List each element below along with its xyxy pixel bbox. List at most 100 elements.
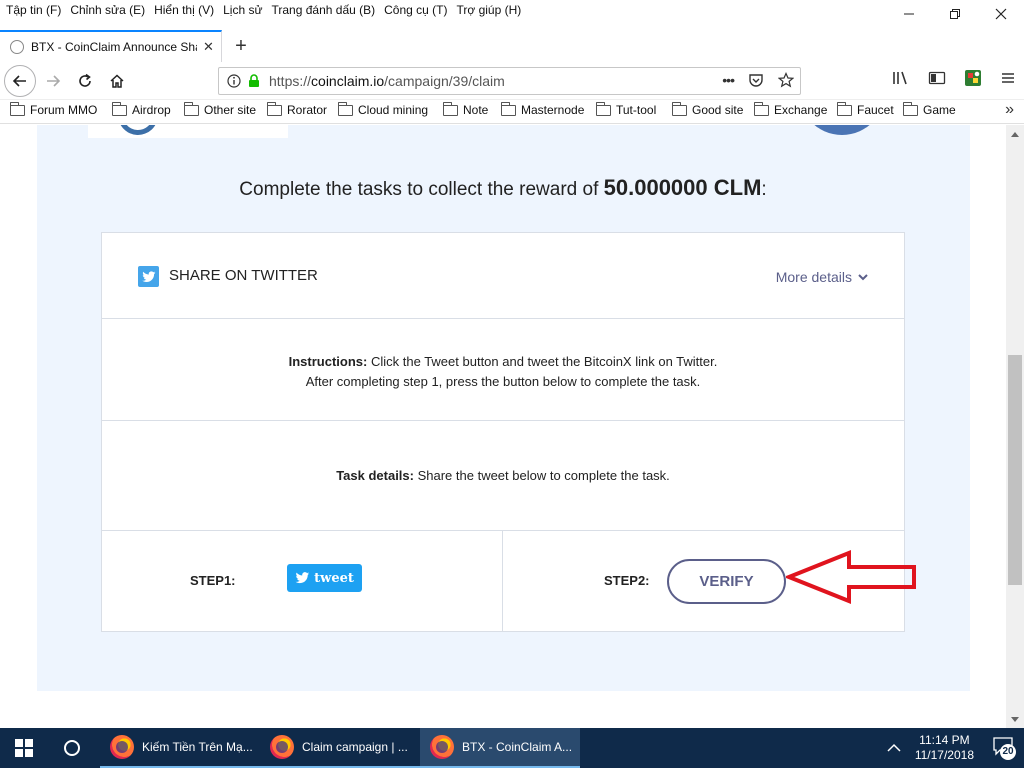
bookmark-note[interactable]: Note <box>442 101 488 117</box>
bookmark-star-icon[interactable] <box>778 72 794 88</box>
taskbar-item-3[interactable]: BTX - CoinClaim A... <box>420 728 580 768</box>
arrow-left-icon <box>12 75 26 87</box>
page-actions-menu-icon[interactable]: ••• <box>722 72 735 88</box>
twitter-icon <box>138 266 159 287</box>
cortana-button[interactable] <box>48 728 96 768</box>
new-tab-button[interactable]: + <box>228 34 254 60</box>
url-host: coinclaim.io <box>311 73 385 89</box>
close-window-button[interactable] <box>978 0 1024 28</box>
step-divider <box>502 531 503 631</box>
bookmark-label: Masternode <box>521 103 585 117</box>
pocket-icon[interactable] <box>748 72 764 88</box>
home-button[interactable] <box>102 66 132 96</box>
bookmark-game[interactable]: Game <box>902 101 956 117</box>
bookmark-cloud-mining[interactable]: Cloud mining <box>337 101 429 117</box>
menu-tools[interactable]: Công cụ (T) <box>384 3 447 17</box>
chevron-up-icon[interactable] <box>887 743 901 753</box>
scroll-down-button[interactable] <box>1006 711 1024 728</box>
instructions-text-2: After completing step 1, press the butto… <box>305 374 701 389</box>
bookmark-airdrop[interactable]: Airdrop <box>111 101 171 117</box>
bookmark-masternode[interactable]: Masternode <box>500 101 585 117</box>
page-actions: ••• <box>722 72 794 88</box>
address-bar[interactable]: https://coinclaim.io/campaign/39/claim •… <box>218 67 801 95</box>
tab-btx-coinclaim[interactable]: BTX - CoinClaim Announce Sha ✕ <box>0 30 222 62</box>
forward-button[interactable] <box>38 66 68 96</box>
back-button[interactable] <box>4 65 36 97</box>
firefox-icon <box>430 735 454 759</box>
bookmark-label: Faucet <box>857 103 894 117</box>
tab-title: BTX - CoinClaim Announce Sha <box>31 40 197 54</box>
task-details-section: Task details: Share the tweet below to c… <box>102 422 904 531</box>
chevron-up-icon <box>1011 131 1019 137</box>
instructions-text-1: Click the Tweet button and tweet the Bit… <box>367 354 718 369</box>
info-icon[interactable] <box>227 74 241 88</box>
scrollbar-thumb[interactable] <box>1008 355 1022 585</box>
folder-icon <box>671 101 687 116</box>
url-text[interactable]: https://coinclaim.io/campaign/39/claim <box>269 73 505 89</box>
bookmark-label: Cloud mining <box>358 103 429 117</box>
menu-edit[interactable]: Chỉnh sửa (E) <box>70 3 145 17</box>
sidebar-icon[interactable] <box>928 70 946 86</box>
start-button[interactable] <box>0 728 48 768</box>
folder-icon <box>9 101 25 116</box>
home-icon <box>110 74 124 88</box>
verify-button[interactable]: VERIFY <box>667 559 786 604</box>
menu-file[interactable]: Tập tin (F) <box>6 3 61 17</box>
taskbar-item-2[interactable]: Claim campaign | ... <box>260 728 420 768</box>
reload-button[interactable] <box>70 66 100 96</box>
menu-bookmarks[interactable]: Trang đánh dấu (B) <box>272 3 376 17</box>
task-header: SHARE ON TWITTER More details <box>102 233 904 319</box>
instructions-line-1: Instructions: Click the Tweet button and… <box>102 352 904 372</box>
minimize-button[interactable] <box>886 0 932 28</box>
menu-view[interactable]: Hiển thị (V) <box>154 3 214 17</box>
bookmark-good-site[interactable]: Good site <box>671 101 743 117</box>
red-arrow-annotation-icon <box>786 550 916 604</box>
extension-icon[interactable] <box>964 69 982 87</box>
page-content: Complete the tasks to collect the reward… <box>0 125 1006 728</box>
folder-icon <box>836 101 852 116</box>
bookmarks-overflow-icon[interactable]: » <box>1005 101 1014 119</box>
hamburger-menu-icon[interactable] <box>1000 70 1016 86</box>
menu-history[interactable]: Lịch sử <box>223 3 262 17</box>
folder-icon <box>111 101 127 116</box>
clock[interactable]: 11:14 PM 11/17/2018 <box>915 733 974 763</box>
bookmark-exchange[interactable]: Exchange <box>753 101 827 117</box>
chevron-down-icon <box>1011 716 1019 722</box>
scroll-up-button[interactable] <box>1006 125 1024 142</box>
tweet-button[interactable]: tweet <box>287 564 362 592</box>
bookmark-faucet[interactable]: Faucet <box>836 101 894 117</box>
bookmarks-toolbar: Forum MMO Airdrop Other site Rorator Clo… <box>0 100 1024 124</box>
step2-label: STEP2: <box>604 573 650 588</box>
taskbar-item-label: Claim campaign | ... <box>302 740 408 754</box>
more-details-link[interactable]: More details <box>776 269 868 285</box>
reload-icon <box>79 73 91 87</box>
taskbar-item-label: BTX - CoinClaim A... <box>462 740 573 754</box>
folder-icon <box>902 101 918 116</box>
instructions-label: Instructions: <box>288 354 368 369</box>
secure-lock-icon <box>249 74 259 87</box>
url-path: /campaign/39/claim <box>384 73 505 89</box>
restore-button[interactable] <box>932 0 978 28</box>
task-title: SHARE ON TWITTER <box>169 267 318 284</box>
bookmark-tut-tool[interactable]: Tut-tool <box>595 101 656 117</box>
bookmark-label: Rorator <box>287 103 328 117</box>
library-icon[interactable] <box>892 70 910 86</box>
task-details-label: Task details: <box>336 468 414 483</box>
action-center-button[interactable]: 20 <box>992 736 1018 760</box>
notification-count: 20 <box>1000 744 1016 760</box>
menu-help[interactable]: Trợ giúp (H) <box>456 3 521 17</box>
bookmark-other-site[interactable]: Other site <box>183 101 256 117</box>
tweet-label: tweet <box>314 570 354 586</box>
page-scrollbar[interactable] <box>1006 125 1024 728</box>
taskbar-item-label: Kiếm Tiền Trên Mạ... <box>142 740 253 754</box>
navigation-toolbar: https://coinclaim.io/campaign/39/claim •… <box>0 62 1024 100</box>
folder-icon <box>183 101 199 116</box>
taskbar-item-1[interactable]: Kiếm Tiền Trên Mạ... <box>100 728 260 768</box>
close-icon <box>995 8 1007 20</box>
bookmark-rorator[interactable]: Rorator <box>266 101 328 117</box>
bookmark-forum-mmo[interactable]: Forum MMO <box>9 101 98 117</box>
tab-strip: BTX - CoinClaim Announce Sha ✕ + <box>0 28 1024 62</box>
bookmark-label: Forum MMO <box>30 103 98 117</box>
tab-close-icon[interactable]: ✕ <box>203 39 214 55</box>
twitter-bird-icon <box>295 572 310 584</box>
